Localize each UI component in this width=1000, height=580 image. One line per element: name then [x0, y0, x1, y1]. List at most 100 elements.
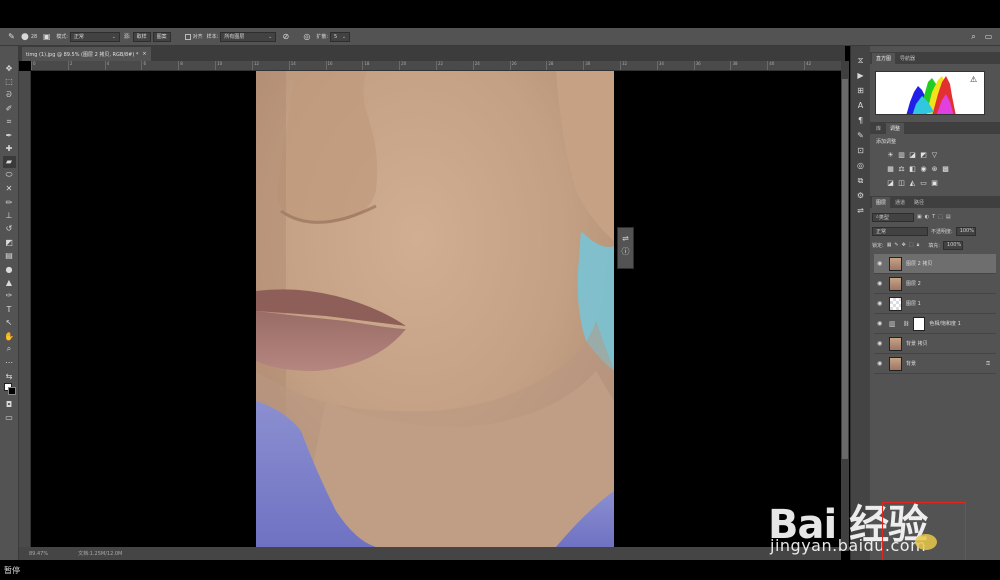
- crop-tool-icon[interactable]: ⌗: [3, 116, 16, 128]
- properties-panel-icon[interactable]: ⚙: [854, 189, 868, 202]
- brightness-icon[interactable]: ☀: [886, 150, 895, 159]
- document-image[interactable]: [256, 71, 614, 547]
- zoom-tool-icon[interactable]: ⌕: [3, 343, 16, 355]
- hue-sat-icon[interactable]: ▦: [886, 164, 895, 173]
- play-icon[interactable]: ▶: [854, 69, 868, 82]
- filter-adjust-icon[interactable]: ◐: [925, 214, 929, 220]
- gradient-tool-icon[interactable]: ▤: [3, 249, 16, 261]
- character-icon[interactable]: A: [854, 99, 868, 112]
- brush-tool-icon[interactable]: ✏: [3, 196, 16, 208]
- lock-transparent-icon[interactable]: ▦: [887, 242, 892, 248]
- healing-brush-tool-icon[interactable]: ✚: [3, 142, 16, 154]
- filter-shape-icon[interactable]: ⬚: [938, 214, 943, 220]
- spot-healing-brush-icon[interactable]: ✎: [6, 31, 17, 42]
- channel-mixer-icon[interactable]: ⊛: [930, 164, 939, 173]
- move-tool-icon[interactable]: ✥: [3, 62, 16, 74]
- selective-color-icon[interactable]: ▣: [930, 178, 939, 187]
- vibrance-icon[interactable]: ▽: [930, 150, 939, 159]
- threshold-icon[interactable]: ◭: [908, 178, 917, 187]
- sampled-button[interactable]: 取样: [132, 31, 151, 42]
- clone-stamp-tool-icon[interactable]: ⊥: [3, 209, 16, 221]
- pattern-button[interactable]: 图案: [152, 31, 171, 42]
- gradient-map-icon[interactable]: ▭: [919, 178, 928, 187]
- quick-mask-icon[interactable]: ◘: [3, 398, 16, 410]
- type-tool-icon[interactable]: T: [3, 303, 16, 315]
- fill-value[interactable]: 100%: [942, 240, 963, 250]
- swap-colors-icon[interactable]: ⇆: [3, 370, 16, 382]
- color-lookup-icon[interactable]: ▩: [941, 164, 950, 173]
- adjust-icon[interactable]: ⇌: [854, 204, 868, 217]
- eraser-tool-icon[interactable]: ◩: [3, 236, 16, 248]
- blend-mode-select[interactable]: 正常: [872, 226, 928, 236]
- exposure-icon[interactable]: ◩: [919, 150, 928, 159]
- close-tab-icon[interactable]: ×: [142, 51, 146, 57]
- paths-icon[interactable]: ⧉: [854, 174, 868, 187]
- tab-navigator[interactable]: 导航器: [896, 53, 919, 64]
- tab-libraries[interactable]: 库: [872, 123, 885, 134]
- history-icon[interactable]: ⧖: [854, 54, 868, 67]
- history-brush-tool-icon[interactable]: ↺: [3, 223, 16, 235]
- layer-row[interactable]: ◉ 图层 2 拷贝: [874, 254, 996, 274]
- diffusion-select[interactable]: 5: [330, 31, 351, 42]
- marquee-tool-icon[interactable]: ⬚: [3, 75, 16, 87]
- paragraph-icon[interactable]: ¶: [854, 114, 868, 127]
- mode-select[interactable]: 正常: [69, 31, 120, 42]
- channels-icon[interactable]: ◎: [854, 159, 868, 172]
- tab-adjustments[interactable]: 调整: [886, 123, 905, 134]
- filter-pixel-icon[interactable]: ▣: [917, 214, 922, 220]
- zoom-level[interactable]: 89.47%: [29, 551, 48, 557]
- layer-row[interactable]: ◉ ▥ ⛓ 色相/饱和度 1: [874, 314, 996, 334]
- dodge-tool-icon[interactable]: ▲: [3, 276, 16, 288]
- workspace-icon[interactable]: ▭: [983, 31, 994, 42]
- eye-icon[interactable]: ◉: [877, 320, 885, 327]
- lock-pixels-icon[interactable]: ✎: [894, 242, 898, 248]
- brush-preset-picker[interactable]: ● 28: [21, 31, 37, 42]
- hand-tool-icon[interactable]: ✋: [3, 330, 16, 342]
- search-icon[interactable]: ⌕: [968, 31, 979, 42]
- aligned-checkbox[interactable]: [184, 33, 191, 40]
- lasso-tool-icon[interactable]: ᘐ: [3, 89, 16, 101]
- patch-tool-icon[interactable]: ▰: [2, 155, 16, 169]
- actions-icon[interactable]: ⊞: [854, 84, 868, 97]
- eyedropper-tool-icon[interactable]: ✒: [3, 129, 16, 141]
- eye-icon[interactable]: ◉: [877, 340, 885, 347]
- blur-tool-icon[interactable]: ●: [3, 263, 16, 275]
- content-aware-move-tool-icon[interactable]: ⬭: [3, 169, 16, 181]
- lock-all-icon[interactable]: 🔒︎: [917, 242, 920, 248]
- screen-mode-icon[interactable]: ▭: [3, 412, 16, 424]
- info-icon[interactable]: ⓘ: [622, 246, 630, 257]
- layer-row[interactable]: ◉ 图层 1: [874, 294, 996, 314]
- filter-smart-icon[interactable]: ▤: [946, 214, 951, 220]
- eye-icon[interactable]: ◉: [877, 300, 885, 307]
- lock-artboard-icon[interactable]: ⬚: [909, 242, 914, 248]
- eye-icon[interactable]: ◉: [877, 280, 885, 287]
- kind-filter-select[interactable]: ⌕ 类型: [872, 212, 914, 222]
- opacity-value[interactable]: 100%: [955, 226, 976, 236]
- layer-mask-thumbnail[interactable]: [913, 316, 926, 331]
- vertical-scroll-thumb[interactable]: [842, 79, 848, 459]
- curves-icon[interactable]: ◪: [908, 150, 917, 159]
- black-white-icon[interactable]: ◧: [908, 164, 917, 173]
- red-eye-tool-icon[interactable]: ✕: [3, 183, 16, 195]
- eye-icon[interactable]: ◉: [877, 260, 885, 267]
- quick-select-tool-icon[interactable]: ✐: [3, 102, 16, 114]
- sample-select[interactable]: 所有图层: [220, 31, 277, 42]
- eye-icon[interactable]: ◉: [877, 360, 885, 367]
- clone-source-icon[interactable]: ⊡: [854, 144, 868, 157]
- tab-layers[interactable]: 图层: [872, 197, 891, 208]
- color-balance-icon[interactable]: ⚖: [897, 164, 906, 173]
- filter-type-icon[interactable]: T: [932, 214, 935, 220]
- document-info[interactable]: 文档:1.25M/12.0M: [78, 550, 122, 557]
- tab-histogram[interactable]: 直方图: [872, 53, 896, 64]
- color-swatches[interactable]: [3, 383, 16, 397]
- document-tab[interactable]: timg (1).jpg @ 89.5% (图层 2 拷贝, RGB/8#) *…: [22, 47, 151, 61]
- layer-row[interactable]: ◉ 背景 拷贝: [874, 334, 996, 354]
- tab-paths[interactable]: 路径: [910, 197, 928, 208]
- pen-tool-icon[interactable]: ✑: [3, 290, 16, 302]
- brush-panel-icon[interactable]: ✎: [854, 129, 868, 142]
- layer-row[interactable]: ◉ 图层 2: [874, 274, 996, 294]
- photo-filter-icon[interactable]: ◉: [919, 164, 928, 173]
- tab-channels[interactable]: 通道: [891, 197, 909, 208]
- lock-position-icon[interactable]: ✥: [902, 242, 906, 248]
- levels-icon[interactable]: ▥: [897, 150, 906, 159]
